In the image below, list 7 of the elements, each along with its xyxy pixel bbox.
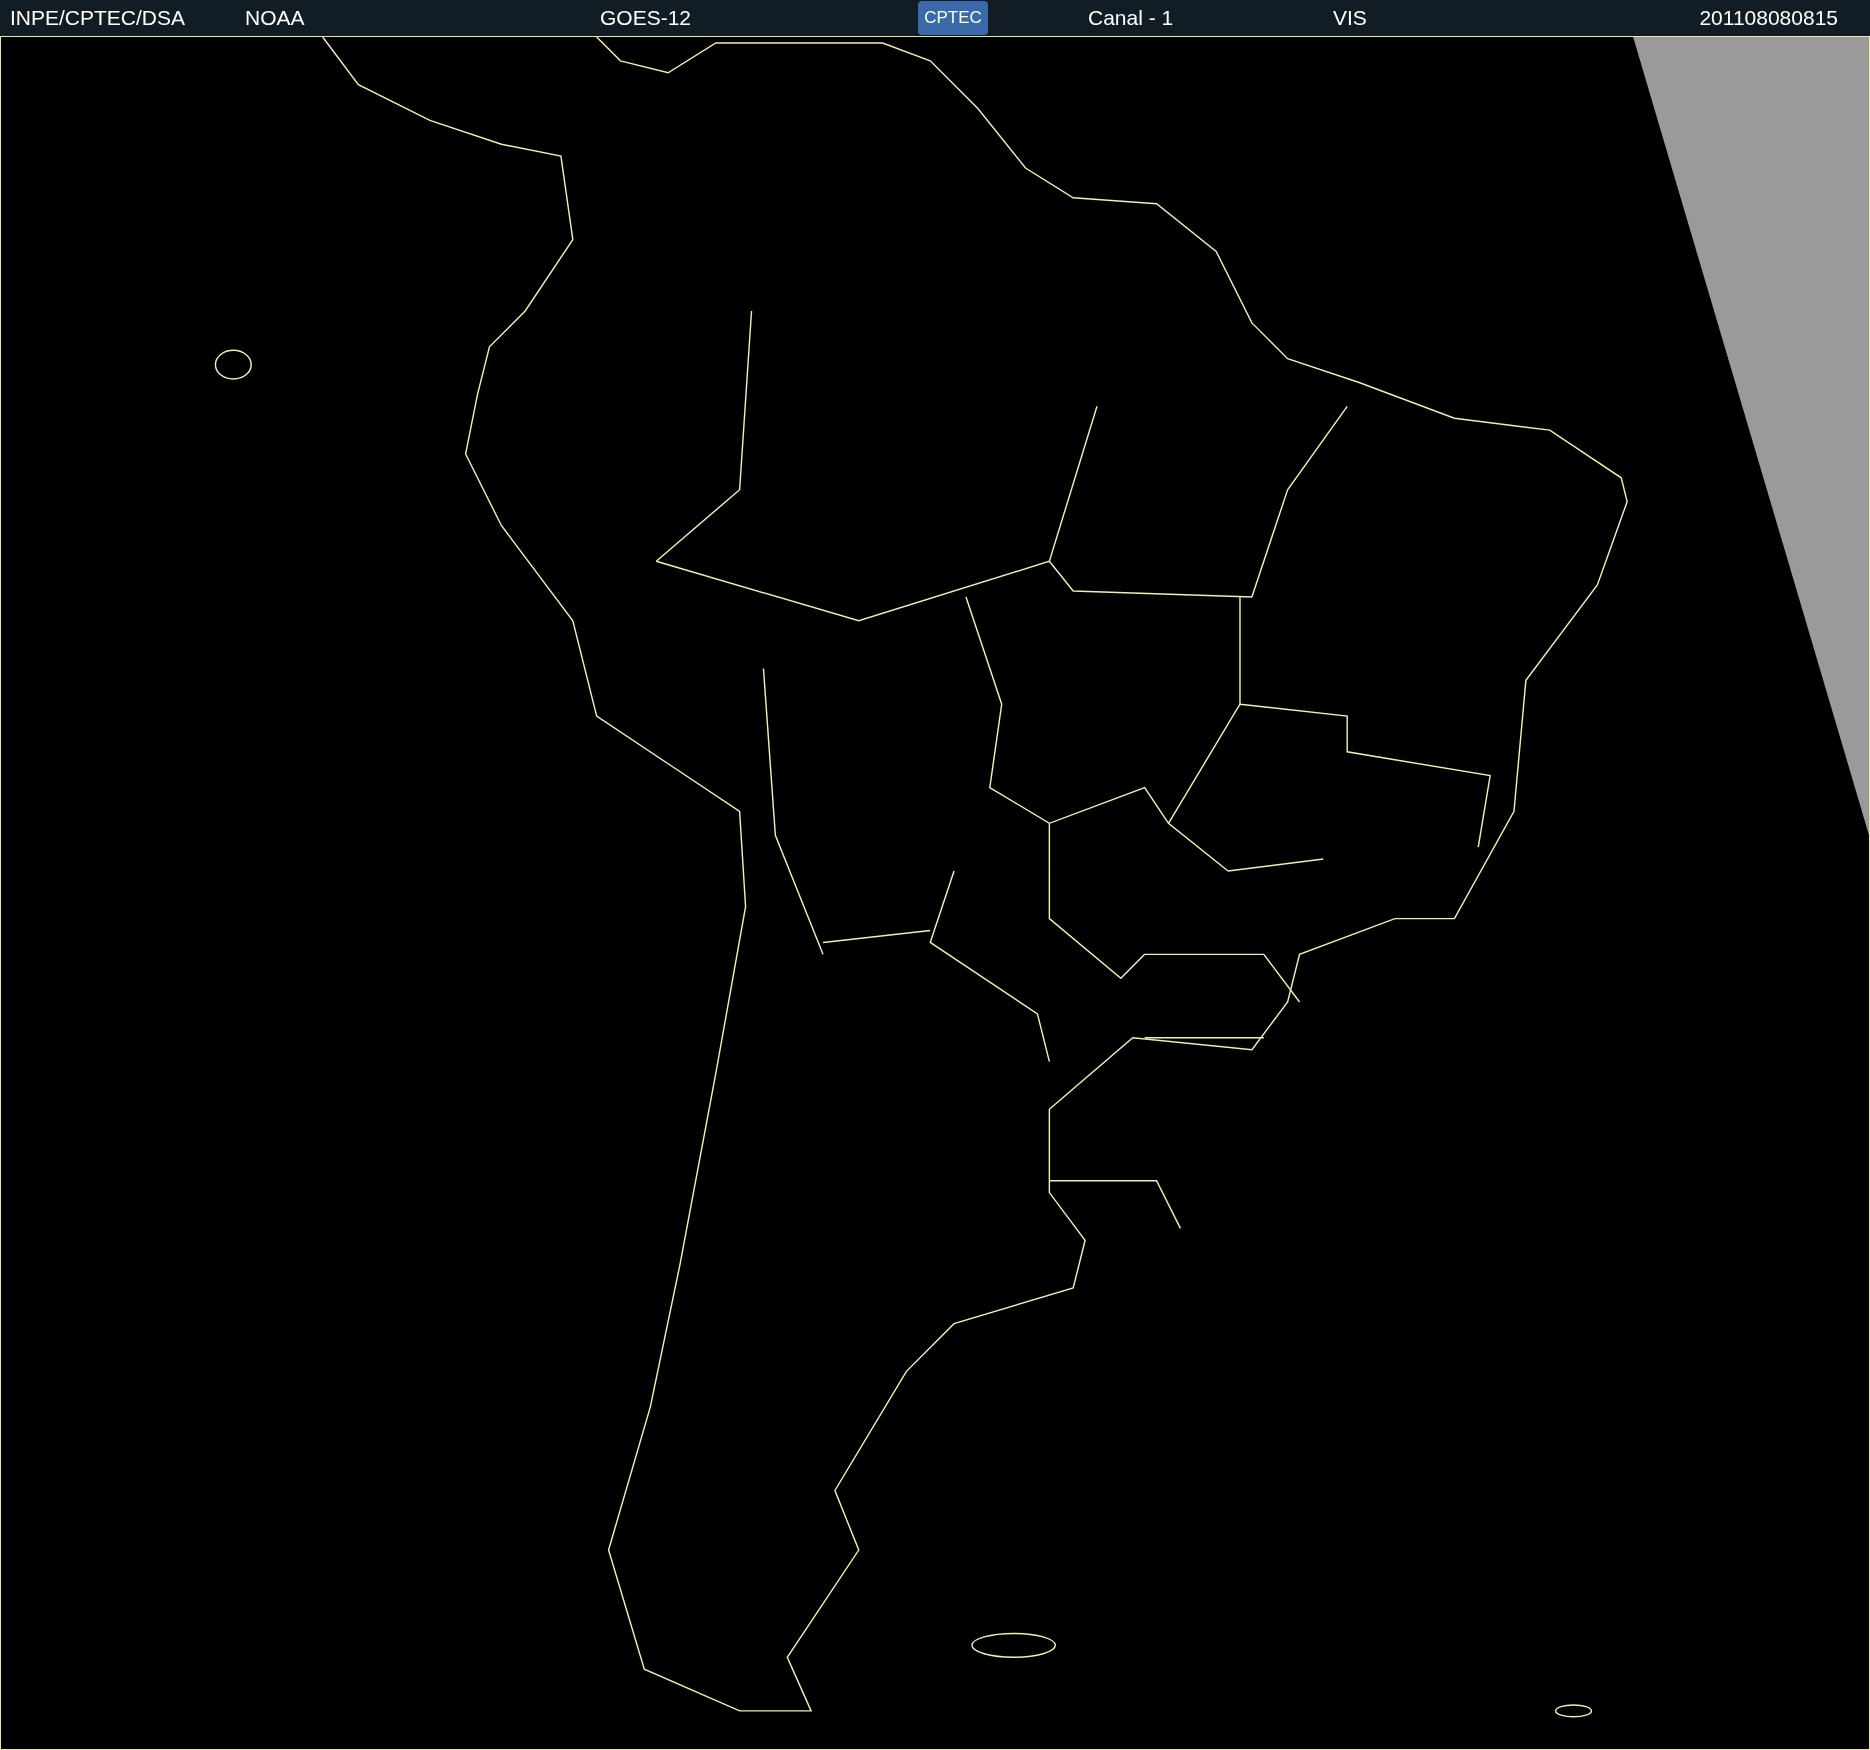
- logo: CPTEC: [918, 1, 988, 35]
- agency-label: NOAA: [245, 5, 306, 32]
- channel-label: Canal - 1: [1088, 5, 1175, 32]
- timestamp-label: 201108080815: [1699, 5, 1838, 32]
- source-label: INPE/CPTEC/DSA: [10, 5, 187, 32]
- band-label: VIS: [1333, 5, 1367, 32]
- satellite-label: GOES-12: [600, 5, 693, 32]
